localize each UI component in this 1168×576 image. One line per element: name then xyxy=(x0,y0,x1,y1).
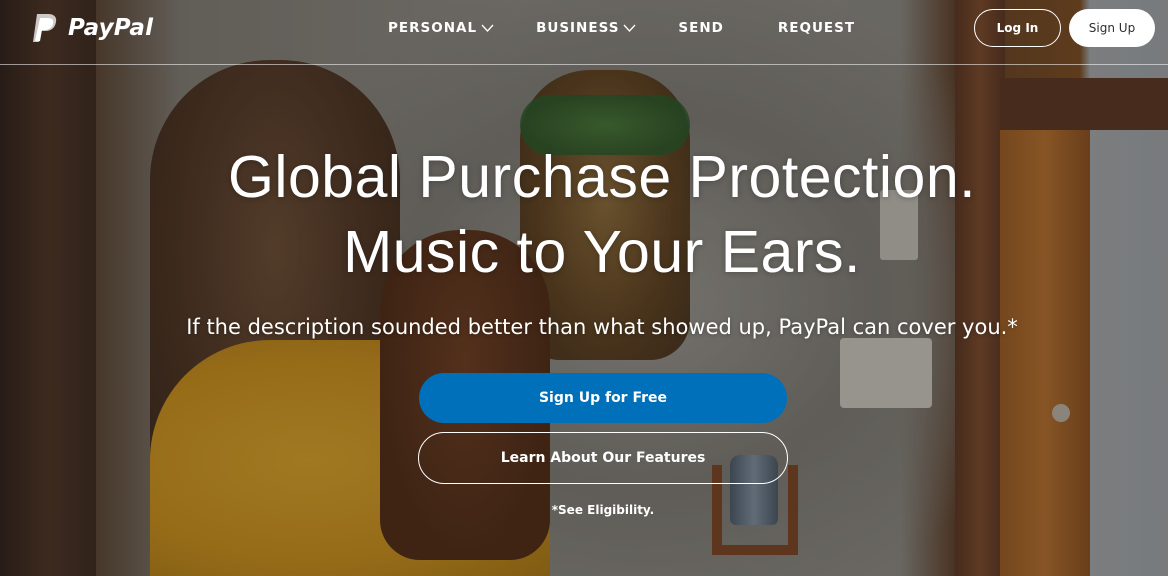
login-button[interactable]: Log In xyxy=(974,9,1061,47)
learn-features-button[interactable]: Learn About Our Features xyxy=(418,432,788,484)
nav-item-business[interactable]: BUSINESS xyxy=(536,20,636,36)
nav-item-label: SEND xyxy=(678,20,724,36)
paypal-logo-link[interactable]: PayPal xyxy=(30,12,153,44)
nav-item-send[interactable]: SEND xyxy=(678,20,723,36)
nav-item-personal[interactable]: PERSONAL xyxy=(388,20,494,36)
headline-line-1: Global Purchase Protection. xyxy=(227,144,977,210)
hero-headline: Global Purchase Protection. Music to You… xyxy=(0,140,1168,290)
nav-item-label: REQUEST xyxy=(777,20,856,36)
brand-name: PayPal xyxy=(68,15,154,41)
eligibility-link[interactable]: *See Eligibility. xyxy=(418,503,788,517)
hero-section: PayPal PERSONAL BUSINESS SEND REQUEST Lo… xyxy=(0,0,1168,576)
nav-item-label: BUSINESS xyxy=(536,20,620,36)
paypal-p-icon xyxy=(33,14,57,42)
top-navigation: PayPal PERSONAL BUSINESS SEND REQUEST Lo… xyxy=(0,0,1168,65)
nav-item-request[interactable]: REQUEST xyxy=(778,20,855,36)
signup-free-button[interactable]: Sign Up for Free xyxy=(419,373,787,423)
auth-buttons: Log In Sign Up xyxy=(974,9,1155,47)
main-menu: PERSONAL BUSINESS SEND REQUEST xyxy=(388,20,855,36)
chevron-down-icon xyxy=(623,24,636,32)
chevron-down-icon xyxy=(481,24,494,32)
nav-item-label: PERSONAL xyxy=(388,20,478,36)
headline-line-2: Music to Your Ears. xyxy=(343,219,861,285)
signup-button[interactable]: Sign Up xyxy=(1069,9,1155,47)
hero-subheading: If the description sounded better than w… xyxy=(186,315,1018,339)
